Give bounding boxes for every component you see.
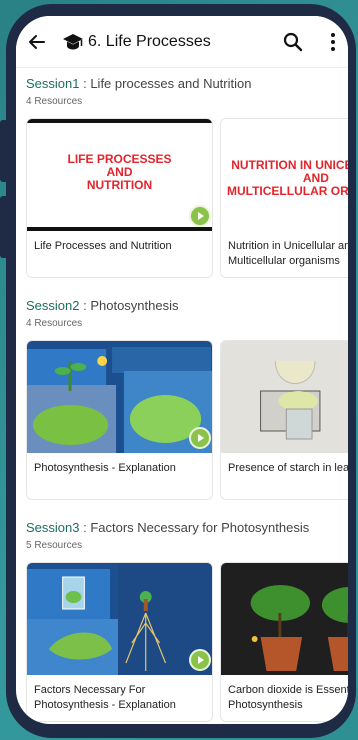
more-options-button[interactable] xyxy=(328,31,338,53)
session-2: Session2 : Photosynthesis 4 Resources xyxy=(26,298,348,329)
video-thumbnail xyxy=(27,563,212,675)
resource-title: Life Processes and Nutrition xyxy=(34,240,172,252)
resource-title: Presence of starch in leaves xyxy=(228,462,348,474)
play-button[interactable] xyxy=(189,649,211,671)
resource-card[interactable]: LIFE PROCESSES AND NUTRITION Life Proces… xyxy=(26,118,213,278)
resource-title: Carbon dioxide is Essential for Photosyn… xyxy=(228,684,348,711)
phone-side-button-lower xyxy=(0,196,8,258)
video-thumbnail xyxy=(221,563,348,675)
play-icon xyxy=(198,656,204,664)
play-icon xyxy=(198,212,204,220)
thumbnail-title: NUTRITION IN UNICELLULAR AND MULTICELLUL… xyxy=(227,158,348,198)
session-name: Factors Necessary for Photosynthesis xyxy=(90,520,310,535)
session-number: Session1 : xyxy=(26,76,91,91)
play-icon xyxy=(198,434,204,442)
thumbnail-title: LIFE PROCESSES AND NUTRITION xyxy=(67,152,172,192)
session-title: Session1 : Life processes and Nutrition xyxy=(26,76,348,91)
more-dot xyxy=(331,47,335,51)
resource-title: Photosynthesis - Explanation xyxy=(34,462,176,474)
more-dot xyxy=(331,40,335,44)
more-dot xyxy=(331,33,335,37)
session-title: Session2 : Photosynthesis xyxy=(26,298,348,313)
graduation-cap-icon xyxy=(62,31,84,53)
video-thumbnail xyxy=(221,341,348,453)
session-name: Photosynthesis xyxy=(90,298,179,313)
resource-count: 5 Resources xyxy=(26,540,83,551)
video-thumbnail: LIFE PROCESSES AND NUTRITION xyxy=(27,119,212,231)
phone-side-button-upper xyxy=(0,120,8,182)
resource-card[interactable]: Presence of starch in leaves xyxy=(220,340,348,500)
page-title: 6. Life Processes xyxy=(88,32,211,50)
session-3: Session3 : Factors Necessary for Photosy… xyxy=(26,520,348,551)
resource-card[interactable]: Factors Necessary For Photosynthesis - E… xyxy=(26,562,213,722)
play-button[interactable] xyxy=(189,205,211,227)
video-thumbnail xyxy=(27,341,212,453)
resource-title: Factors Necessary For Photosynthesis - E… xyxy=(34,684,176,711)
search-button[interactable] xyxy=(282,31,304,53)
play-button[interactable] xyxy=(189,427,211,449)
search-icon xyxy=(283,32,303,52)
resource-card[interactable]: NUTRITION IN UNICELLULAR AND MULTICELLUL… xyxy=(220,118,348,278)
session-title: Session3 : Factors Necessary for Photosy… xyxy=(26,520,348,535)
back-button[interactable] xyxy=(26,31,48,53)
resource-title: Nutrition in Unicellular and Multicellul… xyxy=(228,240,348,267)
session-name: Life processes and Nutrition xyxy=(90,76,252,91)
phone-screen: 6. Life Processes Session1 : Life proces… xyxy=(16,16,348,724)
session-number: Session3 : xyxy=(26,520,91,535)
resource-count: 4 Resources xyxy=(26,96,83,107)
video-thumbnail: NUTRITION IN UNICELLULAR AND MULTICELLUL… xyxy=(221,119,348,231)
app-bar: 6. Life Processes xyxy=(16,16,348,68)
session-number: Session2 : xyxy=(26,298,91,313)
arrow-left-icon xyxy=(29,34,45,49)
resource-count: 4 Resources xyxy=(26,318,83,329)
resource-card[interactable]: Carbon dioxide is Essential for Photosyn… xyxy=(220,562,348,722)
session-1: Session1 : Life processes and Nutrition … xyxy=(26,76,348,107)
resource-card[interactable]: Photosynthesis - Explanation xyxy=(26,340,213,500)
